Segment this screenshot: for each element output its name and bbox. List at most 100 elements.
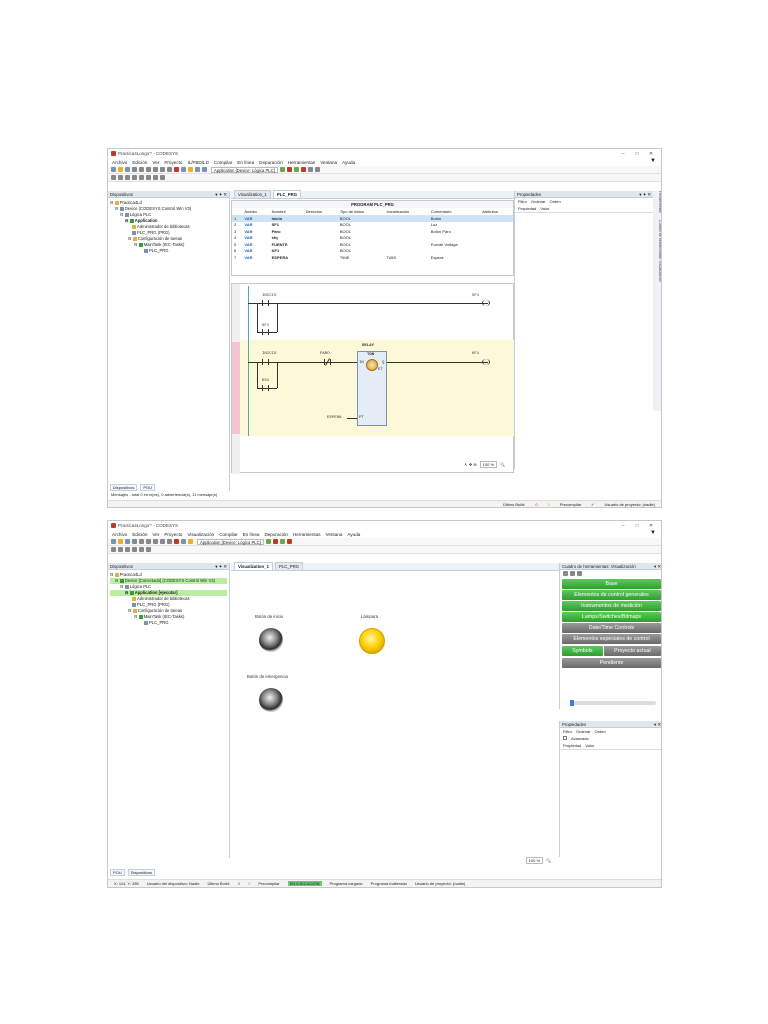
menu-compilar[interactable]: Compilar	[214, 160, 232, 165]
menu-il-fbd-ld[interactable]: IL/FBD/LD	[187, 160, 208, 165]
close-icon[interactable]: ✕	[644, 151, 658, 157]
tab-plc-prg[interactable]: PLC_PRG	[272, 190, 302, 198]
ungroup-icon[interactable]	[146, 547, 151, 552]
menu-en-linea[interactable]: En línea	[243, 532, 260, 537]
pin-icon[interactable]: ▾ ✦ ✕	[215, 191, 227, 197]
cut-icon[interactable]	[153, 167, 158, 172]
delete-icon[interactable]	[174, 539, 179, 544]
delete-icon[interactable]	[174, 167, 179, 172]
breakpoint-icon[interactable]	[314, 167, 320, 172]
build-icon[interactable]	[195, 167, 200, 172]
step-icon[interactable]	[307, 167, 313, 172]
col-comment[interactable]: Comentario	[429, 208, 480, 215]
align-top-icon[interactable]	[125, 547, 130, 552]
side-tab-tools[interactable]: Herramientas	[658, 191, 661, 213]
slider-thumb[interactable]	[570, 700, 574, 706]
tab-visualization[interactable]: Visualization_1	[234, 190, 271, 198]
ld-negate-icon[interactable]	[146, 175, 151, 180]
save-icon[interactable]	[125, 167, 130, 172]
panel-controls-icon[interactable]: ▾ ✕	[654, 563, 661, 569]
tab-plc-prg[interactable]: PLC_PRG	[274, 562, 304, 570]
ld-reset-icon[interactable]	[160, 175, 165, 180]
start-push-button[interactable]	[259, 628, 283, 652]
category-symbols[interactable]: Symbols	[562, 646, 603, 656]
menu-ver[interactable]: Ver	[152, 532, 159, 537]
stop-icon[interactable]	[286, 539, 292, 544]
ld-parallel-icon[interactable]	[139, 175, 144, 180]
contact-sf1[interactable]	[262, 329, 269, 335]
panel-controls-icon[interactable]: ▾ ✦ ✕	[639, 191, 651, 197]
minimize-icon[interactable]: –	[616, 151, 630, 157]
menu-edicion[interactable]: Edición	[132, 160, 147, 165]
menu-herramientas[interactable]: Herramientas	[288, 160, 316, 165]
align-bottom-icon[interactable]	[132, 547, 137, 552]
ld-insert-box-icon[interactable]	[125, 175, 130, 180]
contact-inicio[interactable]	[262, 300, 269, 306]
start-icon[interactable]	[279, 539, 285, 544]
menu-depuracion[interactable]: Depuración	[264, 532, 288, 537]
stop-icon[interactable]	[300, 167, 306, 172]
menu-archivo[interactable]: Archivo	[112, 160, 127, 165]
large-icons-icon[interactable]	[563, 571, 568, 576]
new-icon[interactable]	[111, 539, 116, 544]
minimize-icon[interactable]: –	[616, 523, 630, 529]
zoom-level[interactable]: 100 %	[525, 857, 544, 864]
pointer-tool-icon[interactable]: ↖ ✥ ⊕	[464, 462, 476, 467]
tab-visualization[interactable]: Visualization_1	[234, 562, 273, 570]
ld-set-icon[interactable]	[153, 175, 158, 180]
close-icon[interactable]: ✕	[644, 523, 658, 529]
bookmark-icon[interactable]	[188, 539, 193, 544]
ton-block[interactable]: TON IN Q ET PT	[357, 351, 387, 426]
redo-icon[interactable]	[146, 167, 151, 172]
menu-herramientas[interactable]: Herramientas	[293, 532, 321, 537]
open-icon[interactable]	[118, 167, 123, 172]
menu-archivo[interactable]: Archivo	[112, 532, 127, 537]
find-icon[interactable]	[181, 167, 186, 172]
col-attributes[interactable]: Atributos	[480, 208, 513, 215]
coil-kf1[interactable]	[482, 359, 490, 365]
find-icon[interactable]	[181, 539, 186, 544]
contact-paro-negated[interactable]	[324, 359, 331, 365]
col-address[interactable]: Dirección	[304, 208, 338, 215]
cut-icon[interactable]	[153, 539, 158, 544]
menu-ventana[interactable]: Ventana	[320, 160, 337, 165]
open-icon[interactable]	[118, 539, 123, 544]
table-row[interactable]: 7 VAR ESPERA TIME T#5S Espera	[232, 254, 513, 261]
paste-icon[interactable]	[167, 167, 172, 172]
menu-ventana[interactable]: Ventana	[326, 532, 343, 537]
toolbox-slider[interactable]	[570, 700, 656, 706]
contact-ks1[interactable]	[262, 385, 269, 391]
logout-icon[interactable]	[286, 167, 292, 172]
rebuild-icon[interactable]	[202, 167, 207, 172]
col-scope[interactable]: Ámbito	[242, 208, 269, 215]
sort-button[interactable]: Ordenar	[576, 729, 591, 734]
tab-pou[interactable]: POU	[110, 868, 125, 876]
status-errors[interactable]: 0	[238, 881, 240, 886]
category-general-controls[interactable]: Elementos de control generales	[562, 590, 661, 600]
undo-icon[interactable]	[139, 167, 144, 172]
contact-inicio-2[interactable]	[262, 359, 269, 365]
logout-icon[interactable]	[272, 539, 278, 544]
login-icon[interactable]	[279, 167, 285, 172]
copy-icon[interactable]	[160, 167, 165, 172]
active-application-selector[interactable]: Application [Device: Lógica PLC]	[211, 166, 278, 173]
menu-proyecto[interactable]: Proyecto	[164, 532, 182, 537]
menu-edicion[interactable]: Edición	[132, 532, 147, 537]
status-warnings[interactable]: 0	[248, 881, 250, 886]
menu-compilar[interactable]: Compilar	[219, 532, 237, 537]
category-special-controls[interactable]: Elementos especiales de control	[562, 634, 661, 644]
order-button[interactable]: Orden	[550, 199, 561, 204]
undo-icon[interactable]	[139, 539, 144, 544]
list-view-icon[interactable]	[570, 571, 575, 576]
tab-pou[interactable]: POU	[140, 483, 156, 491]
tree-item-task-pou[interactable]: PLC_PRG	[110, 248, 227, 254]
advanced-option[interactable]: Avanzado	[560, 735, 661, 742]
tab-devices[interactable]: Dispositivos	[110, 483, 138, 491]
tab-devices[interactable]: Dispositivos	[127, 868, 156, 876]
ld-insert-network-icon[interactable]	[132, 175, 137, 180]
maximize-icon[interactable]: □	[630, 151, 644, 157]
category-measurement[interactable]: Instrumentos de medición	[562, 601, 661, 611]
menu-ayuda[interactable]: Ayuda	[342, 160, 355, 165]
status-errors[interactable]: 0	[535, 502, 537, 507]
zoom-icon[interactable]: 🔍	[546, 858, 551, 863]
